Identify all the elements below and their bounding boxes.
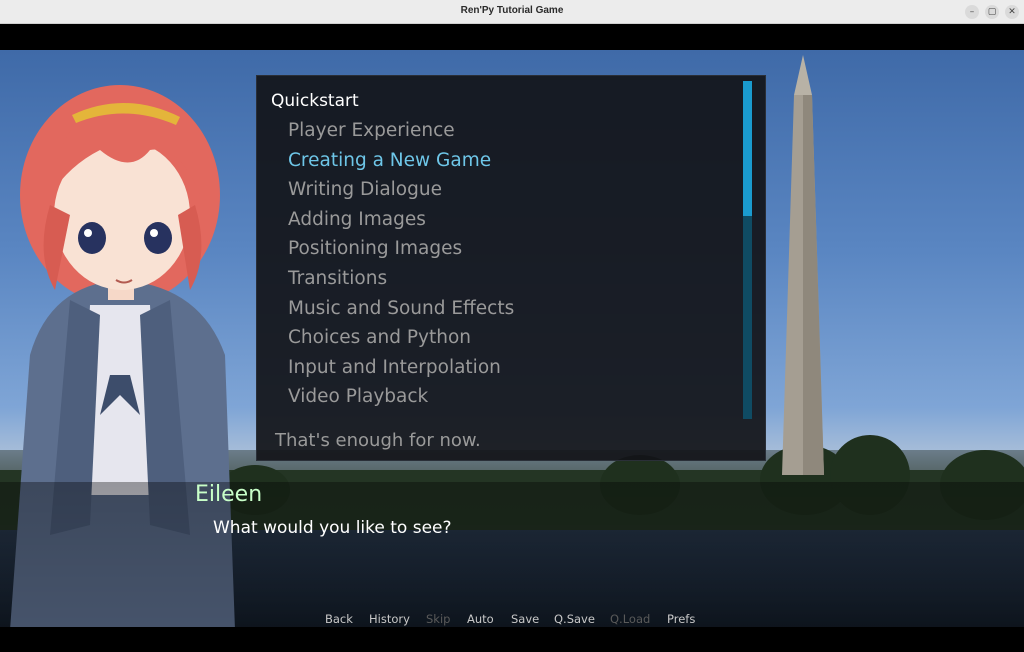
speaker-name: Eileen (195, 482, 263, 507)
washington-monument (782, 55, 824, 475)
close-button[interactable]: ✕ (1005, 5, 1019, 19)
quick-menu-qsave-button[interactable]: Q.Save (554, 612, 595, 626)
letterbox-top (0, 24, 1024, 50)
quick-menu-back-button[interactable]: Back (325, 612, 353, 626)
menu-scrollbar-thumb[interactable] (743, 81, 752, 217)
menu-scrollbar[interactable] (743, 81, 752, 419)
menu-item-creating-a-new-game[interactable]: Creating a New Game (271, 146, 741, 176)
menu-item-input-and-interpolation[interactable]: Input and Interpolation (271, 353, 741, 383)
dialogue-window[interactable] (0, 482, 1024, 627)
menu-item-video-playback[interactable]: Video Playback (271, 382, 741, 412)
letterbox-bottom (0, 627, 1024, 652)
menu-section-quickstart: Quickstart (271, 91, 359, 111)
window-titlebar: Ren'Py Tutorial Game – ▢ ✕ (0, 0, 1024, 24)
maximize-button[interactable]: ▢ (985, 5, 999, 19)
quick-menu-history-button[interactable]: History (369, 612, 410, 626)
tutorial-menu-list: Quickstart Player Experience Creating a … (271, 86, 741, 420)
menu-item-choices-and-python[interactable]: Choices and Python (271, 323, 741, 353)
menu-item-transitions[interactable]: Transitions (271, 264, 741, 294)
quick-menu-qload-button[interactable]: Q.Load (610, 612, 650, 626)
menu-item-thats-enough[interactable]: That's enough for now. (275, 430, 481, 451)
quick-menu-save-button[interactable]: Save (511, 612, 539, 626)
quick-menu-prefs-button[interactable]: Prefs (667, 612, 695, 626)
dialogue-text: What would you like to see? (213, 518, 452, 538)
minimize-button[interactable]: – (965, 5, 979, 19)
menu-item-music-and-sound-effects[interactable]: Music and Sound Effects (271, 294, 741, 324)
quick-menu-auto-button[interactable]: Auto (467, 612, 494, 626)
menu-item-player-experience[interactable]: Player Experience (271, 116, 741, 146)
menu-item-positioning-images[interactable]: Positioning Images (271, 234, 741, 264)
quick-menu-skip-button[interactable]: Skip (426, 612, 450, 626)
window-title: Ren'Py Tutorial Game (460, 5, 564, 16)
menu-item-writing-dialogue[interactable]: Writing Dialogue (271, 175, 741, 205)
tutorial-menu-panel: Quickstart Player Experience Creating a … (256, 75, 766, 461)
menu-item-adding-images[interactable]: Adding Images (271, 205, 741, 235)
